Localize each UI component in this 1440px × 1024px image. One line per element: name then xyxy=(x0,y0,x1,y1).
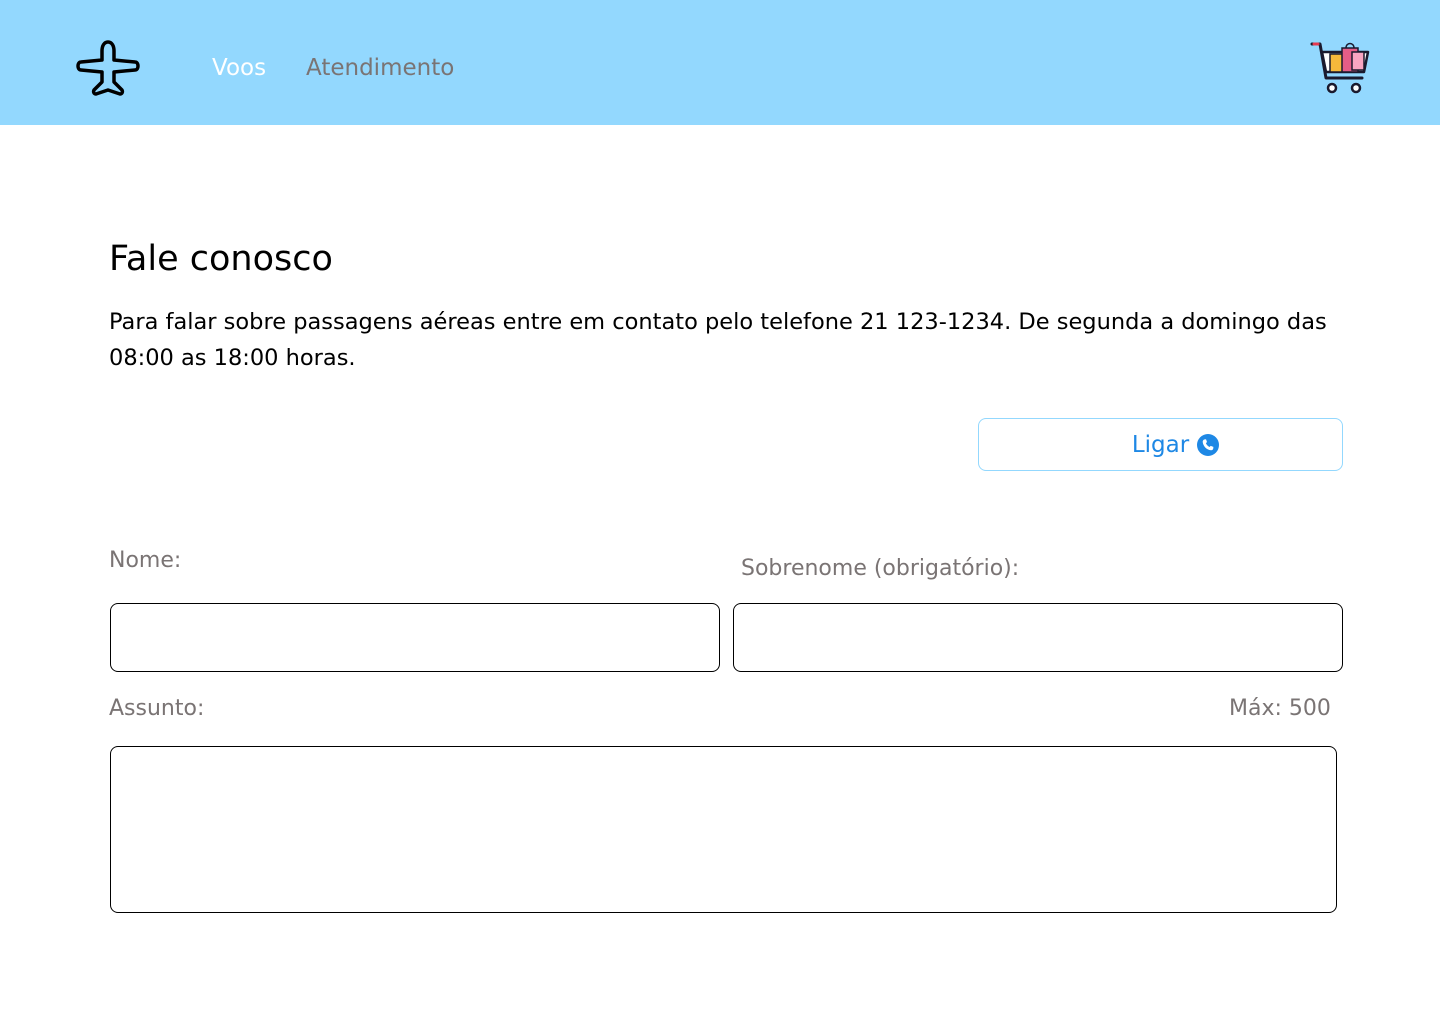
assunto-label: Assunto: xyxy=(109,696,205,721)
nome-input[interactable] xyxy=(110,603,720,672)
airplane-logo-icon[interactable] xyxy=(76,38,140,98)
page-title: Fale conosco xyxy=(109,239,333,279)
nav-voos[interactable]: Voos xyxy=(212,52,266,84)
top-header: Voos Atendimento xyxy=(0,0,1440,125)
call-button-label: Ligar xyxy=(1131,431,1190,458)
nome-label: Nome: xyxy=(109,548,182,573)
max-character-count: Máx: 500 xyxy=(1229,696,1331,721)
shopping-cart-icon[interactable] xyxy=(1310,38,1372,96)
sobrenome-input[interactable] xyxy=(733,603,1343,672)
assunto-textarea[interactable] xyxy=(110,746,1337,913)
call-button[interactable]: Ligar xyxy=(978,418,1343,471)
sobrenome-label: Sobrenome (obrigatório): xyxy=(741,556,1020,581)
phone-icon xyxy=(1197,433,1220,456)
nav-atendimento[interactable]: Atendimento xyxy=(306,52,454,84)
contact-intro-text: Para falar sobre passagens aéreas entre … xyxy=(109,309,1327,371)
